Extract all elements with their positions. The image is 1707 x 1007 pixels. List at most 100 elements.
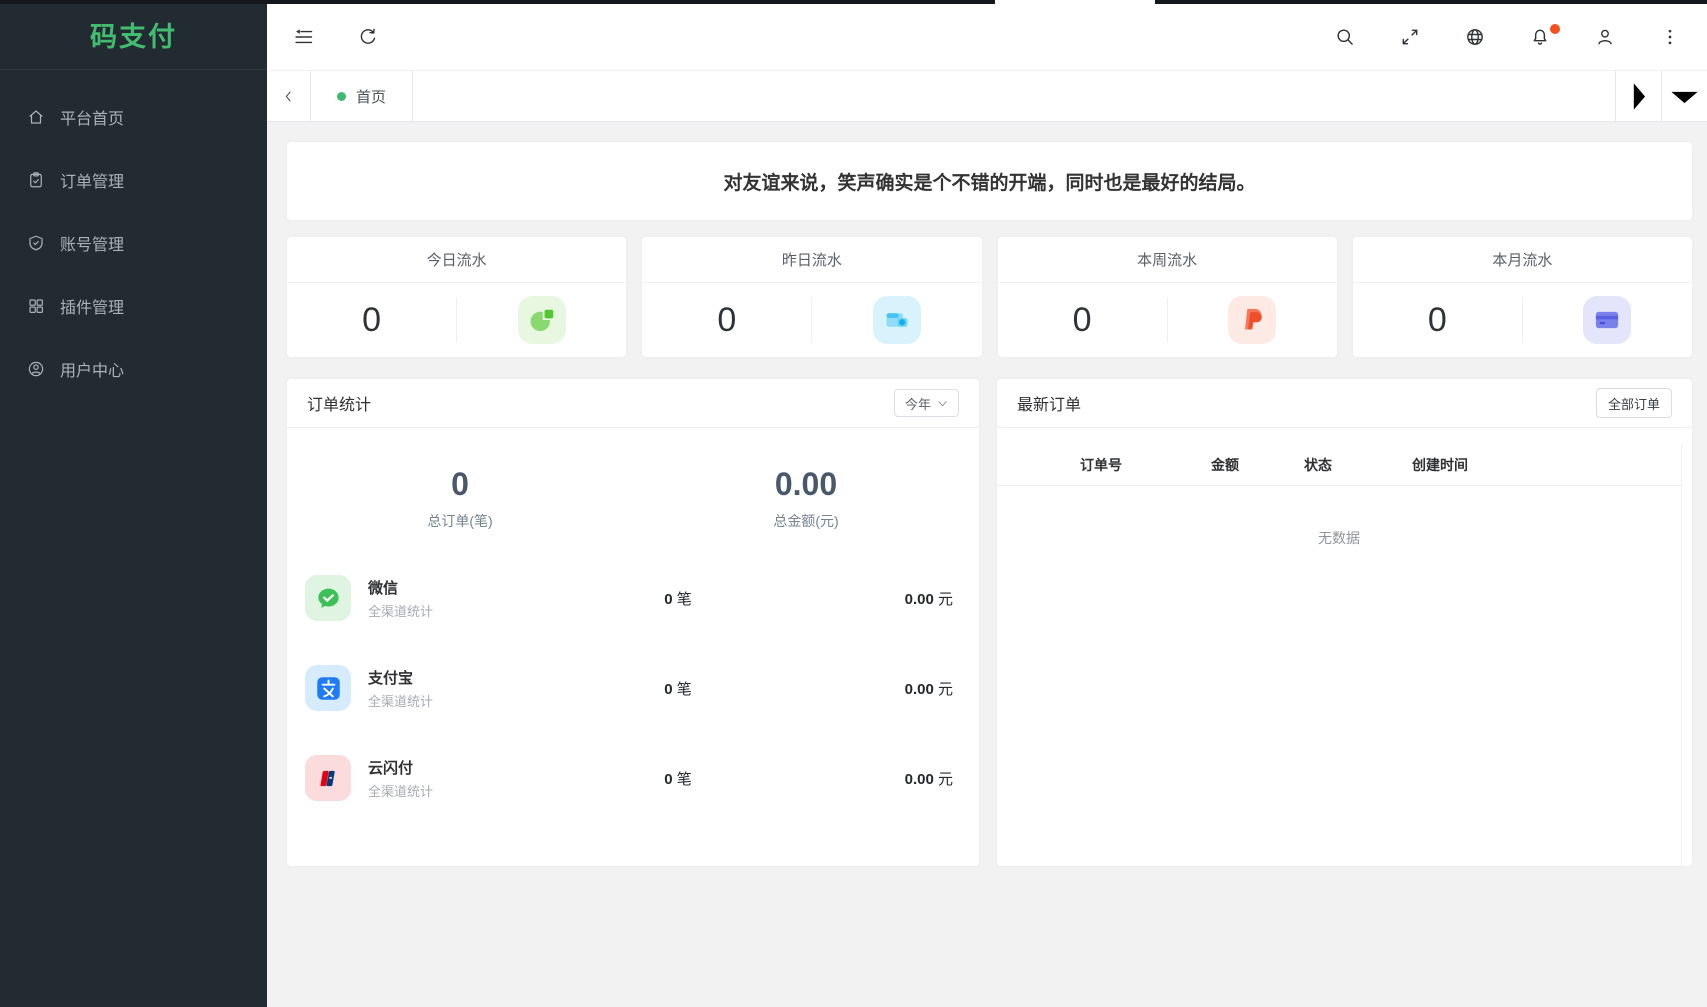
column-order-no: 订单号 — [1080, 455, 1211, 475]
column-status: 状态 — [1304, 455, 1412, 475]
channel-amount: 0.00 元 — [803, 768, 953, 789]
chevron-left-icon — [281, 89, 296, 104]
channel-row-alipay: 支付宝 全渠道统计 0 笔 0.00 元 — [305, 665, 953, 711]
tab-bar: 首页 — [267, 70, 1707, 122]
active-tab-dot — [337, 92, 346, 101]
stat-card-title: 本月流水 — [1353, 237, 1692, 283]
pie-chart-icon — [518, 296, 566, 344]
tab-home[interactable]: 首页 — [311, 71, 413, 121]
quote-text: 对友谊来说，笑声确实是个不错的开端，同时也是最好的结局。 — [723, 168, 1255, 195]
tabbar-spacer — [413, 71, 1615, 121]
sidebar-item-label: 订单管理 — [60, 168, 124, 192]
view-all-orders-button[interactable]: 全部订单 — [1596, 388, 1672, 418]
tabs-scroll-right-button[interactable] — [1615, 71, 1661, 121]
language-button[interactable] — [1464, 26, 1486, 48]
stat-card-yesterday: 昨日流水 0 — [642, 237, 981, 357]
toolbar-left-group — [293, 26, 379, 48]
top-edge-strip-gap — [995, 0, 1155, 4]
channel-name[interactable]: 云闪付 — [368, 757, 553, 778]
fullscreen-button[interactable] — [1399, 26, 1421, 48]
channel-row-wechat: 微信 全渠道统计 0 笔 0.00 元 — [305, 575, 953, 621]
channel-count: 0 笔 — [553, 588, 803, 609]
stat-card-this-week: 本周流水 0 — [998, 237, 1337, 357]
app-logo: 码支付 — [0, 0, 267, 70]
home-icon — [27, 108, 45, 126]
header-toolbar — [267, 4, 1707, 70]
fullscreen-icon — [1400, 27, 1420, 47]
channel-list: 微信 全渠道统计 0 笔 0.00 元 支付宝 全渠道统计 — [287, 531, 979, 845]
sidebar-item-platform-home[interactable]: 平台首页 — [0, 87, 267, 147]
sidebar-item-label: 用户中心 — [60, 357, 124, 381]
stat-card-today: 今日流水 0 — [287, 237, 626, 357]
sidebar-item-label: 平台首页 — [60, 105, 124, 129]
sidebar-item-label: 插件管理 — [60, 294, 124, 318]
order-icon — [27, 171, 45, 189]
empty-state-text: 无数据 — [997, 486, 1681, 548]
stat-card-value: 0 — [287, 301, 456, 340]
sidebar-item-order-management[interactable]: 订单管理 — [0, 150, 267, 210]
orders-table: 订单号 金额 状态 创建时间 无数据 — [997, 444, 1682, 866]
column-created-at: 创建时间 — [1412, 455, 1681, 475]
refresh-button[interactable] — [357, 26, 379, 48]
notification-badge — [1550, 24, 1560, 34]
paypal-icon — [1228, 296, 1276, 344]
total-amount-value: 0.00 — [633, 466, 979, 503]
stat-card-this-month: 本月流水 0 — [1353, 237, 1692, 357]
refresh-icon — [358, 27, 378, 47]
collapse-menu-button[interactable] — [293, 26, 315, 48]
stat-cards-row: 今日流水 0 昨日流水 0 — [287, 237, 1692, 357]
order-statistics-panel: 订单统计 今年 0 总订单(笔) 0.00 总金额(元) — [287, 379, 979, 866]
chevron-down-icon — [937, 398, 948, 409]
stat-card-value: 0 — [642, 301, 811, 340]
unionpay-icon — [305, 755, 351, 801]
user-profile-button[interactable] — [1594, 26, 1616, 48]
sidebar-item-plugin-management[interactable]: 插件管理 — [0, 276, 267, 336]
column-amount: 金额 — [1211, 455, 1304, 475]
channel-desc: 全渠道统计 — [368, 601, 553, 620]
notifications-button[interactable] — [1529, 26, 1551, 48]
globe-icon — [1465, 27, 1485, 47]
wechat-icon — [305, 575, 351, 621]
stat-card-title: 今日流水 — [287, 237, 626, 283]
date-range-select[interactable]: 今年 — [894, 389, 959, 417]
search-button[interactable] — [1334, 26, 1356, 48]
channel-count: 0 笔 — [553, 768, 803, 789]
channel-amount: 0.00 元 — [803, 588, 953, 609]
sidebar-item-user-center[interactable]: 用户中心 — [0, 339, 267, 399]
search-icon — [1335, 27, 1355, 47]
panel-title: 最新订单 — [1017, 391, 1081, 415]
user-icon — [1595, 27, 1615, 47]
tabs-scroll-left-button[interactable] — [267, 71, 311, 121]
total-orders-label: 总订单(笔) — [287, 511, 633, 531]
more-options-button[interactable] — [1659, 26, 1681, 48]
more-vertical-icon — [1660, 27, 1680, 47]
chevron-right-icon — [1616, 74, 1661, 119]
channel-count: 0 笔 — [553, 678, 803, 699]
stat-card-value: 0 — [1353, 301, 1522, 340]
total-amount-label: 总金额(元) — [633, 511, 979, 531]
tab-label: 首页 — [356, 86, 386, 107]
sidebar-item-label: 账号管理 — [60, 231, 124, 255]
chevron-down-icon — [1662, 74, 1707, 119]
channel-name[interactable]: 支付宝 — [368, 667, 553, 688]
orders-table-header: 订单号 金额 状态 创建时间 — [997, 444, 1681, 486]
toolbar-right-group — [1334, 26, 1681, 48]
channel-row-unionpay: 云闪付 全渠道统计 0 笔 0.00 元 — [305, 755, 953, 801]
channel-desc: 全渠道统计 — [368, 691, 553, 710]
notification-bell-icon — [1530, 27, 1550, 47]
total-orders-value: 0 — [287, 466, 633, 503]
panel-title: 订单统计 — [307, 391, 371, 415]
top-edge-strip — [0, 0, 1707, 4]
channel-amount: 0.00 元 — [803, 678, 953, 699]
channel-name[interactable]: 微信 — [368, 577, 553, 598]
stat-card-value: 0 — [998, 301, 1167, 340]
date-range-value: 今年 — [905, 394, 931, 413]
sidebar-item-account-management[interactable]: 账号管理 — [0, 213, 267, 273]
tabs-menu-button[interactable] — [1661, 71, 1707, 121]
latest-orders-panel: 最新订单 全部订单 订单号 金额 状态 创建时间 无数据 — [997, 379, 1692, 866]
plugin-icon — [27, 297, 45, 315]
sidebar-menu: 平台首页 订单管理 账号管理 插件管理 用户中心 — [0, 70, 267, 399]
account-icon — [27, 234, 45, 252]
panels-row: 订单统计 今年 0 总订单(笔) 0.00 总金额(元) — [287, 379, 1692, 866]
collapse-menu-icon — [294, 27, 314, 47]
